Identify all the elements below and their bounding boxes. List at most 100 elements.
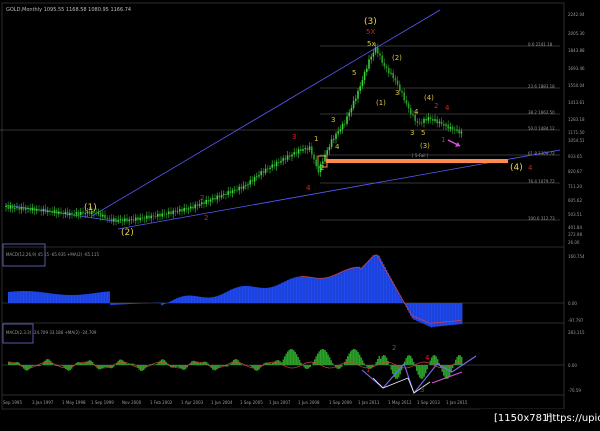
fib-label: 38.2 1662.50	[528, 110, 555, 115]
macd1-bar	[214, 297, 215, 303]
macd2-bar	[136, 365, 137, 366]
macd2-bar	[298, 357, 299, 365]
macd1-bar	[163, 303, 164, 305]
macd1-bar	[335, 275, 336, 303]
macd1-bar	[35, 292, 36, 303]
macd1-bar	[169, 302, 170, 303]
macd2-bar	[406, 358, 407, 365]
macd2-bar	[385, 356, 386, 365]
macd1-bar	[119, 303, 120, 305]
candle-body	[219, 196, 221, 198]
candle-body	[27, 208, 29, 209]
macd2-bar	[82, 363, 83, 365]
candle-body	[159, 214, 161, 217]
candle-body	[225, 194, 227, 195]
macd1-bar	[259, 288, 260, 303]
wave-2-label: (2)	[121, 228, 134, 238]
candle-body	[170, 212, 172, 214]
macd2-bar	[458, 355, 459, 365]
candle-body	[201, 202, 203, 204]
candle-body	[434, 119, 436, 121]
fib-label: 100.0 312.73	[528, 216, 555, 221]
candle-body	[166, 214, 168, 215]
candle-body	[368, 59, 370, 68]
macd1-bar	[346, 270, 347, 303]
candle-body	[47, 210, 49, 212]
low-a-label: 3	[410, 129, 414, 137]
macd1-bar	[115, 303, 116, 305]
candle-body	[205, 200, 207, 204]
candle-body	[344, 124, 346, 125]
macd2-bar	[461, 357, 462, 365]
macd1-bar	[14, 291, 15, 303]
candle-body	[252, 180, 254, 181]
macd1-bar	[392, 281, 393, 303]
macd1-bar	[290, 279, 291, 303]
macd1-bar	[341, 272, 342, 303]
macd1-bar	[100, 292, 101, 303]
candle-body	[282, 158, 284, 161]
candle-body	[111, 219, 113, 222]
macd1-bar	[134, 303, 135, 304]
macd1-bar	[89, 294, 90, 303]
macd2-bar	[349, 353, 350, 365]
macd1-bar	[391, 279, 392, 303]
candle-body	[276, 162, 278, 166]
macd1-bar	[209, 297, 210, 303]
macd1-bar	[80, 295, 81, 303]
macd2-bar	[34, 365, 35, 366]
candle-body	[432, 119, 434, 121]
time-tick: 1 Jan 2007	[269, 400, 291, 405]
macd1-bar	[79, 295, 80, 303]
macd1-bar	[208, 298, 209, 303]
macd2-bar	[221, 365, 222, 366]
time-tick: 1 Feb 2002	[150, 400, 173, 405]
candle-body	[144, 218, 146, 219]
macd1-bar	[23, 291, 24, 303]
candle-body	[256, 176, 258, 177]
macd1-bar	[92, 293, 93, 303]
candle-body	[300, 149, 302, 151]
candle-body	[230, 191, 232, 193]
macd1-bar	[136, 303, 137, 304]
macd1-bar	[232, 289, 233, 303]
candle-body	[67, 212, 69, 215]
candle-body	[188, 209, 190, 210]
macd2-bar	[155, 364, 156, 365]
macd2-bar	[59, 365, 60, 366]
fib-label: 76.4 1079.72	[528, 179, 555, 184]
candle-body	[5, 206, 7, 207]
macd2-bar	[13, 363, 14, 365]
macd2-bar	[31, 365, 32, 367]
post-wave-2-label: (2)	[392, 54, 402, 62]
macd1-bar	[203, 297, 204, 303]
candle-body	[40, 209, 42, 211]
macd1-bar	[367, 262, 368, 303]
macd1-bar	[356, 267, 357, 303]
macd1-bar	[44, 293, 45, 303]
candle-body	[249, 180, 251, 184]
candle-body	[197, 204, 199, 205]
price-tick: 26.00	[568, 240, 580, 245]
macd1-bar	[352, 268, 353, 303]
candle-body	[183, 208, 185, 211]
macd2-bar	[421, 365, 422, 379]
macd1-bar	[278, 284, 279, 303]
candle-body	[139, 218, 141, 220]
candle-body	[113, 218, 115, 221]
candle-body	[258, 175, 260, 176]
candle-body	[216, 196, 218, 200]
macd1-bar	[373, 255, 374, 303]
macd2-bar	[251, 365, 252, 367]
candle-body	[117, 220, 119, 221]
macd2-bar	[145, 365, 146, 368]
macd1-bar	[383, 264, 384, 303]
candle-body	[342, 124, 344, 129]
price-tick: 1413.61	[568, 100, 585, 105]
macd1-bar	[94, 293, 95, 303]
macd2-tick: 283.115	[568, 330, 585, 335]
candle-body	[14, 208, 16, 209]
macd1-bar	[380, 259, 381, 303]
macd1-bar	[77, 295, 78, 303]
macd1-bar	[361, 268, 362, 303]
